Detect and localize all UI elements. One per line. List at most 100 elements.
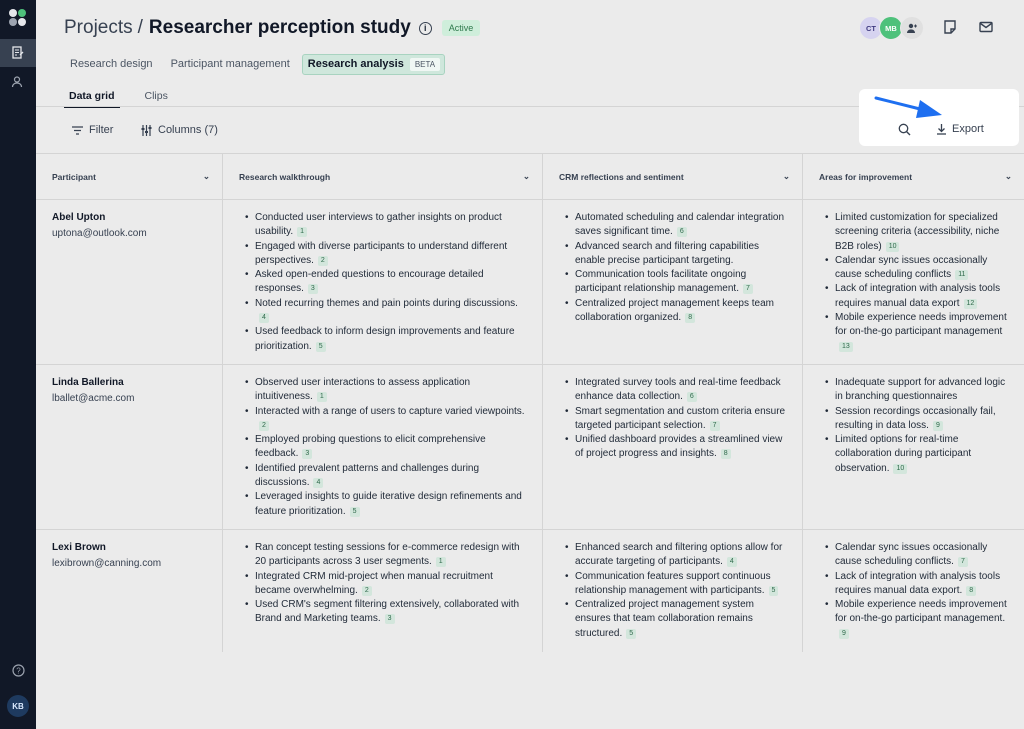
citation-badge[interactable]: 1 (297, 227, 308, 238)
citation-badge[interactable]: 13 (839, 341, 853, 352)
improvement-cell[interactable]: Calendar sync issues occasionally cause … (803, 530, 1024, 652)
crm-cell[interactable]: Enhanced search and filtering options al… (543, 530, 803, 652)
improvement-cell[interactable]: Inadequate support for advanced logic in… (803, 365, 1024, 529)
table-row[interactable]: Abel Upton uptona@outlook.com Conducted us… (36, 200, 1024, 365)
list-item: Mobile experience needs improvement for … (825, 311, 1012, 354)
list-item: Session recordings occasionally fail, re… (825, 405, 1012, 434)
participant-cell[interactable]: Abel Upton uptona@outlook.com (36, 200, 223, 364)
citation-badge[interactable]: 9 (932, 420, 943, 431)
bullet-text: Integrated CRM mid-project when manual r… (255, 570, 493, 596)
citation-badge[interactable]: 8 (966, 585, 977, 596)
export-button[interactable]: Export (936, 123, 984, 135)
column-header-crm[interactable]: CRM reflections and sentiment ⌄ (543, 154, 802, 199)
bullet-text: Noted recurring themes and pain points d… (255, 297, 518, 309)
citation-badge[interactable]: 1 (435, 557, 446, 568)
breadcrumb-separator: / (137, 17, 143, 38)
chevron-down-icon[interactable]: ⌄ (1005, 171, 1012, 182)
citation-badge[interactable]: 1 (316, 392, 327, 403)
citation-badge[interactable]: 7 (709, 420, 720, 431)
projects-nav-icon[interactable] (0, 39, 36, 67)
table-row[interactable]: Linda Ballerina lballet@acme.com Observed … (36, 365, 1024, 530)
citation-badge[interactable]: 4 (726, 557, 737, 568)
citation-badge[interactable]: 9 (839, 628, 849, 639)
bullet-text: Identified prevalent patterns and challe… (255, 462, 480, 489)
notes-icon[interactable] (942, 19, 960, 37)
citation-badge[interactable]: 8 (685, 313, 696, 324)
list-item: Calendar sync issues occasionally cause … (825, 541, 1012, 570)
info-icon[interactable]: i (418, 21, 432, 35)
participant-cell[interactable]: Linda Ballerina lballet@acme.com (36, 365, 223, 529)
bullet-list: Inadequate support for advanced logic in… (803, 365, 1024, 476)
crm-cell[interactable]: Integrated survey tools and real-time fe… (543, 365, 803, 529)
walkthrough-cell[interactable]: Observed user interactions to assess app… (223, 365, 543, 529)
list-item: Mobile experience needs improvement for … (825, 598, 1012, 641)
citation-badge[interactable]: 6 (676, 227, 687, 238)
citation-badge[interactable]: 3 (307, 284, 318, 295)
citation-badge[interactable]: 11 (955, 270, 969, 281)
citation-badge[interactable]: 12 (963, 298, 978, 309)
search-icon[interactable] (898, 123, 911, 141)
tab-research-analysis[interactable]: Research analysis BETA (301, 53, 446, 75)
improvement-cell[interactable]: Limited customization for specialized sc… (803, 200, 1024, 364)
bullet-text: Mobile experience needs improvement for … (835, 599, 1007, 625)
data-grid: Participant ⌄ Research walkthrough ⌄ CRM r… (36, 153, 1024, 652)
list-item: Calendar sync issues occasionally cause … (825, 254, 1012, 283)
citation-badge[interactable]: 10 (893, 463, 908, 474)
list-item: Observed user interactions to assess app… (245, 376, 530, 405)
breadcrumb-projects[interactable]: Projects (64, 17, 133, 39)
bullet-list: Enhanced search and filtering options al… (543, 530, 802, 641)
citation-badge[interactable]: 5 (768, 585, 779, 596)
chevron-down-icon[interactable]: ⌄ (523, 171, 530, 182)
citation-badge[interactable]: 2 (361, 585, 372, 596)
bullet-text: Enhanced search and filtering options al… (575, 542, 783, 568)
help-icon[interactable]: ? (0, 656, 36, 684)
column-header-participant[interactable]: Participant ⌄ (36, 154, 222, 199)
filter-label: Filter (89, 124, 114, 136)
citation-badge[interactable]: 8 (720, 449, 731, 460)
list-item: Centralized project management keeps tea… (565, 297, 790, 326)
column-header-walkthrough[interactable]: Research walkthrough ⌄ (223, 154, 542, 199)
bullet-text: Observed user interactions to assess app… (255, 377, 471, 403)
filter-button[interactable]: Filter (72, 124, 113, 136)
citation-badge[interactable]: 5 (349, 506, 360, 517)
citation-badge[interactable]: 3 (302, 449, 313, 460)
add-person-icon[interactable] (900, 16, 924, 40)
walkthrough-cell[interactable]: Conducted user interviews to gather insi… (223, 200, 543, 364)
page-title: Projects / Researcher perception study i… (64, 16, 481, 40)
walkthrough-cell[interactable]: Ran concept testing sessions for e-comme… (223, 530, 543, 652)
citation-badge[interactable]: 5 (626, 628, 637, 639)
citation-badge[interactable]: 10 (885, 241, 900, 252)
left-nav-rail: ? KB (0, 0, 36, 729)
list-item: Lack of integration with analysis tools … (825, 570, 1012, 599)
table-row[interactable]: Lexi Brown lexibrown@canning.com Ran conce… (36, 530, 1024, 652)
citation-badge[interactable]: 6 (686, 392, 697, 403)
participants-nav-icon[interactable] (0, 68, 36, 96)
participant-email: uptona@outlook.com (52, 228, 147, 239)
mail-icon[interactable] (978, 19, 996, 37)
list-item: Integrated survey tools and real-time fe… (565, 376, 790, 405)
participant-cell[interactable]: Lexi Brown lexibrown@canning.com (36, 530, 223, 652)
column-header-improvement[interactable]: Areas for improvement ⌄ (803, 154, 1024, 199)
citation-badge[interactable]: 2 (259, 420, 269, 431)
citation-badge[interactable]: 5 (315, 341, 326, 352)
citation-badge[interactable]: 7 (957, 557, 968, 568)
columns-button[interactable]: Columns (7) (141, 124, 218, 136)
bullet-text: Leveraged insights to guide iterative de… (255, 491, 522, 517)
bullet-text: Advanced search and filtering capabiliti… (575, 240, 759, 266)
crm-cell[interactable]: Automated scheduling and calendar integr… (543, 200, 803, 364)
list-item: Limited options for real-time collaborat… (825, 433, 1012, 476)
tab-research-design[interactable]: Research design (64, 53, 159, 75)
list-item: Engaged with diverse participants to und… (245, 240, 530, 269)
columns-label: Columns (7) (158, 124, 218, 136)
citation-badge[interactable]: 4 (259, 313, 269, 324)
chevron-down-icon[interactable]: ⌄ (783, 171, 790, 182)
citation-badge[interactable]: 7 (742, 284, 753, 295)
filter-icon (72, 125, 83, 135)
citation-badge[interactable]: 3 (384, 614, 395, 625)
chevron-down-icon[interactable]: ⌄ (203, 171, 210, 182)
citation-badge[interactable]: 2 (317, 255, 328, 266)
collaborator-avatars: CT MB (859, 16, 924, 40)
tab-participant-management[interactable]: Participant management (165, 53, 296, 75)
user-avatar[interactable]: KB (7, 695, 29, 717)
citation-badge[interactable]: 4 (313, 478, 324, 489)
